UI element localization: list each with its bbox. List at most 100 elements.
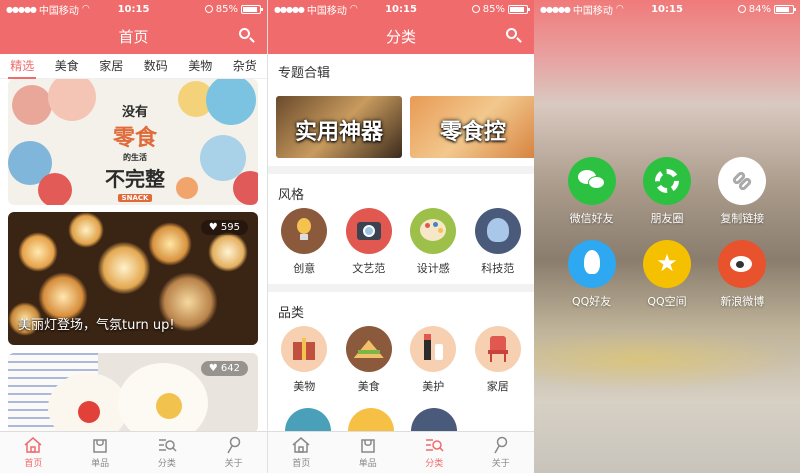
category-item-goods[interactable]: 美物 — [276, 326, 332, 394]
style-list: 创意 文艺范 设计感 科技范 — [268, 204, 534, 276]
search-icon[interactable] — [504, 26, 524, 46]
alarm-icon — [737, 5, 746, 13]
style-item-creative[interactable]: 创意 — [276, 208, 332, 276]
feed-card-dessert[interactable]: ♥ 642 — [8, 353, 258, 431]
page-title: 分类 — [385, 27, 416, 46]
home-icon — [292, 437, 310, 453]
sandwich-icon — [345, 326, 392, 372]
lightbulb-icon — [281, 208, 328, 254]
category-item-beauty[interactable]: 美护 — [405, 326, 461, 394]
tabbar-category[interactable]: 分类 — [401, 432, 468, 473]
share-weibo[interactable]: 新浪微博 — [712, 240, 772, 309]
tabbar-category[interactable]: 分类 — [134, 432, 201, 473]
wifi-icon: ◠ — [349, 4, 358, 14]
category-header: ●●●●● 中国移动 ◠ 10:15 85% 分类 — [268, 0, 534, 54]
tabbar-about[interactable]: 关于 — [200, 432, 267, 473]
tabbar-items[interactable]: 单品 — [67, 432, 134, 473]
battery-percent: 85% — [215, 3, 238, 15]
category-item-home[interactable]: 家居 — [470, 326, 526, 394]
signal-icon: ●●●●● — [540, 4, 571, 14]
category-search-icon — [426, 439, 444, 452]
like-badge[interactable]: ♥ 595 — [200, 220, 248, 235]
carrier-label: 中国移动 — [572, 5, 613, 17]
home-screen: ●●●●● 中国移动 ◠ 10:15 85% 首页 精选 美食 家居 数码 美物 杂… — [0, 0, 267, 473]
qq-icon — [567, 240, 616, 288]
category-navbar: 分类 — [268, 18, 534, 54]
tab-home[interactable]: 家居 — [97, 54, 125, 79]
category-section: 品类 美物 美食 美护 家居 — [268, 292, 534, 454]
feed-card-snack[interactable]: 没有 零食 的生活 不完整 SNACK — [8, 79, 258, 205]
tabbar-items[interactable]: 单品 — [335, 432, 402, 473]
category-screen: ●●●●● 中国移动 ◠ 10:15 85% 分类 专题合辑 实用神器 零食控 风格 — [267, 0, 534, 473]
style-section: 风格 创意 文艺范 设计感 科技范 — [268, 174, 534, 284]
tab-food[interactable]: 美食 — [53, 54, 81, 79]
wifi-icon: ◠ — [81, 4, 90, 14]
share-row: QQ好友 ★ QQ空间 新浪微博 — [534, 240, 800, 309]
snack-poster: 没有 零食 的生活 不完整 SNACK — [105, 105, 165, 202]
topic-card[interactable]: 零食控 — [410, 96, 534, 158]
carrier-label: 中国移动 — [38, 5, 79, 17]
status-bar: ●●●●● 中国移动 ◠ 10:15 85% — [0, 0, 267, 18]
battery-icon — [241, 4, 263, 14]
tabbar-home[interactable]: 首页 — [268, 432, 335, 473]
category-item-food[interactable]: 美食 — [341, 326, 397, 394]
battery-icon — [774, 4, 796, 14]
camera-icon — [345, 208, 392, 254]
home-header: ●●●●● 中国移动 ◠ 10:15 85% 首页 — [0, 0, 267, 54]
share-screen: ●●●●● 中国移动 ◠ 10:15 84% 微信好友 朋友圈 复制链接 QQ好… — [534, 0, 800, 473]
page-title: 首页 — [118, 27, 149, 46]
search-icon[interactable] — [237, 26, 257, 46]
share-moments[interactable]: 朋友圈 — [637, 157, 697, 226]
status-bar: ●●●●● 中国移动 ◠ 10:15 84% — [534, 0, 800, 18]
card-title: 美丽灯登场，气氛turn up! — [18, 318, 175, 333]
battery-percent: 85% — [482, 3, 505, 15]
cosmetics-icon — [410, 326, 457, 372]
gift-icon — [281, 326, 328, 372]
style-item-design[interactable]: 设计感 — [405, 208, 461, 276]
bag-icon — [93, 439, 107, 453]
about-icon — [226, 436, 240, 454]
tabbar-about[interactable]: 关于 — [468, 432, 535, 473]
wechat-icon — [567, 157, 616, 205]
tab-goods[interactable]: 美物 — [186, 54, 214, 79]
tab-bar: 首页 单品 分类 关于 — [0, 431, 267, 473]
section-title: 风格 — [278, 188, 305, 203]
style-item-tech[interactable]: 科技范 — [470, 208, 526, 276]
tabbar-home[interactable]: 首页 — [0, 432, 67, 473]
tab-featured[interactable]: 精选 — [8, 54, 37, 79]
moments-icon — [642, 157, 691, 205]
wifi-icon: ◠ — [615, 4, 624, 14]
status-bar: ●●●●● 中国移动 ◠ 10:15 85% — [268, 0, 534, 18]
home-tabs: 精选 美食 家居 数码 美物 杂货 — [0, 54, 267, 79]
section-title: 专题合辑 — [278, 66, 331, 81]
like-badge[interactable]: ♥ 642 — [200, 361, 248, 376]
home-navbar: 首页 — [0, 18, 267, 54]
share-panel: 微信好友 朋友圈 复制链接 QQ好友 ★ QQ空间 新浪微博 — [534, 157, 800, 323]
weibo-icon — [718, 240, 767, 288]
about-icon — [494, 436, 507, 454]
share-copy-link[interactable]: 复制链接 — [712, 157, 772, 226]
style-item-artsy[interactable]: 文艺范 — [341, 208, 397, 276]
section-title: 品类 — [278, 306, 305, 321]
carrier-label: 中国移动 — [306, 5, 347, 17]
topic-card[interactable]: 实用神器 — [276, 96, 402, 158]
share-qzone[interactable]: ★ QQ空间 — [637, 240, 697, 309]
home-icon — [24, 437, 42, 453]
link-icon — [718, 157, 767, 205]
alarm-icon — [204, 5, 213, 13]
signal-icon: ●●●●● — [274, 4, 305, 14]
category-search-icon — [158, 439, 177, 452]
tab-digital[interactable]: 数码 — [142, 54, 170, 79]
like-count: 595 — [220, 222, 240, 233]
like-count: 642 — [220, 363, 240, 374]
feed-card-lights[interactable]: ♥ 595 美丽灯登场，气氛turn up! — [8, 212, 258, 345]
palette-icon — [410, 208, 457, 254]
brain-icon — [474, 208, 521, 254]
feed-list: 没有 零食 的生活 不完整 SNACK ♥ 595 美丽灯登场，气氛turn u… — [0, 79, 267, 431]
share-qq-friend[interactable]: QQ好友 — [562, 240, 622, 309]
tab-misc[interactable]: 杂货 — [231, 54, 259, 79]
signal-icon: ●●●●● — [6, 4, 37, 14]
tab-bar: 首页 单品 分类 关于 — [268, 431, 534, 473]
share-wechat-friend[interactable]: 微信好友 — [562, 157, 622, 226]
qzone-icon: ★ — [642, 240, 691, 288]
